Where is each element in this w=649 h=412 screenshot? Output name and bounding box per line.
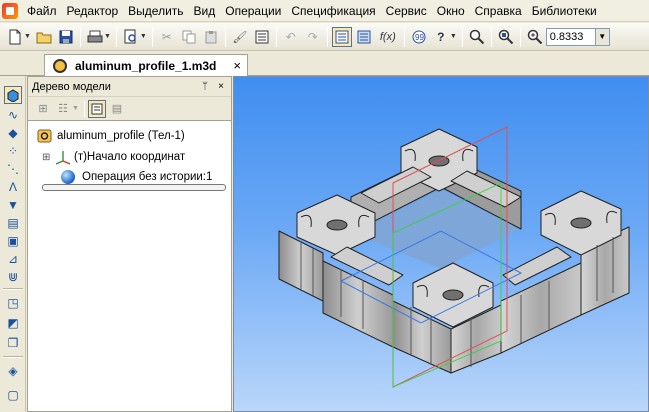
points-icon[interactable]: ⁘	[4, 142, 22, 160]
origin-axes-icon	[55, 151, 71, 165]
toolbar-separator	[151, 26, 153, 47]
svg-text:99: 99	[415, 33, 424, 42]
compact-toolbar: ∿ ◆ ⁘ ⋱ Λ ▼ ▤ ▣ ⊿ ⋓ ◳ ◩ ❐ ◈ ▢	[0, 76, 26, 412]
tree-expand-icon[interactable]: ☷	[54, 100, 72, 118]
sphere-body-icon	[61, 170, 75, 184]
report-icon[interactable]: ▣	[4, 232, 22, 250]
spline-icon[interactable]: ∿	[4, 106, 22, 124]
strip-separator	[3, 288, 23, 290]
tree-panel-toggle-icon[interactable]	[331, 26, 352, 47]
tree-dropdown-icon[interactable]: ▼	[72, 105, 79, 112]
extrude-icon[interactable]: ◳	[4, 294, 22, 312]
undo-icon[interactable]: ↶	[281, 27, 301, 47]
filter-icon[interactable]: ▼	[4, 196, 22, 214]
close-panel-icon[interactable]: ×	[215, 81, 227, 92]
app-icon[interactable]	[2, 2, 18, 19]
toolbar-separator	[490, 26, 492, 47]
document-tab[interactable]: aluminum_profile_1.m3d ×	[44, 54, 248, 76]
component-icon[interactable]: ❐	[4, 334, 22, 352]
curves-icon[interactable]: ⋱	[4, 160, 22, 178]
brush-icon[interactable]: 🖌	[230, 27, 250, 47]
preview-icon[interactable]	[121, 27, 141, 47]
zoom-dropdown-icon[interactable]: ▼	[595, 27, 610, 46]
document-tab-title: aluminum_profile_1.m3d	[75, 58, 217, 73]
model-viewport[interactable]	[233, 76, 649, 412]
print-icon[interactable]	[85, 27, 105, 47]
toolbar-separator	[275, 26, 277, 47]
zoom-level-input[interactable]: 0.8333	[545, 27, 596, 46]
model-document-icon	[53, 58, 67, 73]
expand-icon[interactable]: ⊞	[42, 152, 54, 163]
menu-view[interactable]: Вид	[189, 1, 221, 21]
tree-structure-icon[interactable]: ⊞	[34, 100, 52, 118]
menu-file[interactable]: Файл	[22, 1, 62, 21]
insert-icon[interactable]: ◈	[4, 362, 22, 380]
help-dropdown-icon[interactable]: ▼	[450, 33, 457, 40]
editing-mode-icon[interactable]	[4, 86, 22, 104]
open-folder-icon[interactable]	[34, 27, 54, 47]
paste-icon[interactable]	[201, 27, 221, 47]
menu-libraries[interactable]: Библиотеки	[527, 1, 602, 21]
part-icon	[37, 129, 52, 143]
help-pointer-icon[interactable]: ?	[431, 27, 451, 47]
calculator-icon[interactable]: 99	[409, 27, 429, 47]
print-dropdown-icon[interactable]: ▼	[104, 33, 111, 40]
zoom-in-icon[interactable]	[525, 27, 545, 47]
toolbar-separator	[519, 26, 521, 47]
toolbar-separator	[326, 26, 328, 47]
pin-icon[interactable]: ᛘ	[199, 81, 211, 92]
toolbar-separator	[403, 26, 405, 47]
properties-icon[interactable]	[252, 27, 272, 47]
tree-item-origin[interactable]: ⊞ (т)Начало координат	[42, 148, 185, 166]
magnet-icon[interactable]: ⋓	[4, 268, 22, 286]
strip-separator	[3, 356, 23, 358]
cut-icon[interactable]: ✂	[157, 27, 177, 47]
main-toolbar: ▼ ▼ ▼ ✂ 🖌 ↶ ↷ f(x) 99 ? ▼ 0.8333 ▼	[0, 23, 649, 51]
tree-view-mode-icon[interactable]	[87, 99, 106, 118]
tree-panel-title: Дерево модели	[32, 80, 111, 93]
menu-bar: Файл Редактор Выделить Вид Операции Спец…	[0, 0, 649, 22]
assembly-icon[interactable]: ◩	[4, 314, 22, 332]
redo-icon[interactable]: ↷	[303, 27, 323, 47]
tree-item-part[interactable]: aluminum_profile (Тел-1)	[36, 127, 185, 145]
save-icon[interactable]	[56, 27, 76, 47]
menu-editor[interactable]: Редактор	[62, 1, 124, 21]
zoom-window-icon[interactable]	[467, 27, 487, 47]
zoom-fit-icon[interactable]	[496, 27, 516, 47]
tree-item-label: Операция без истории:1	[82, 171, 213, 183]
variables-fx-icon[interactable]: f(x)	[376, 27, 400, 47]
menu-select[interactable]: Выделить	[123, 1, 188, 21]
measure-icon[interactable]: ⊿	[4, 250, 22, 268]
toolbar-separator	[224, 26, 226, 47]
tree-panel-header: Дерево модели ᛘ ×	[28, 77, 231, 97]
menu-operations[interactable]: Операции	[220, 1, 286, 21]
model-tree-panel: Дерево модели ᛘ × ⊞ ☷ ▼ ▤ aluminum_profi…	[27, 76, 232, 412]
new-dropdown-icon[interactable]: ▼	[24, 33, 31, 40]
toolbar-separator	[79, 26, 81, 47]
toolbar-separator	[115, 26, 117, 47]
copy-icon[interactable]	[179, 27, 199, 47]
tree-item-label: aluminum_profile (Тел-1)	[57, 130, 185, 142]
menu-specification[interactable]: Спецификация	[286, 1, 380, 21]
toolbar-separator	[461, 26, 463, 47]
tree-horizontal-scrollbar[interactable]	[42, 184, 226, 191]
library-icon[interactable]: ▢	[4, 386, 22, 404]
toolbar-separator	[83, 100, 85, 117]
construct-icon[interactable]: Λ	[4, 178, 22, 196]
close-tab-icon[interactable]: ×	[233, 58, 241, 73]
spec-icon[interactable]: ▤	[4, 214, 22, 232]
aluminum-profile-model	[278, 126, 630, 388]
tree-item-label: (т)Начало координат	[74, 151, 186, 163]
tree-toolbar: ⊞ ☷ ▼ ▤	[28, 97, 231, 121]
document-tab-strip: aluminum_profile_1.m3d ×	[0, 52, 649, 76]
tree-properties-icon[interactable]: ▤	[108, 100, 126, 118]
preview-dropdown-icon[interactable]: ▼	[140, 33, 147, 40]
new-document-icon[interactable]	[5, 27, 25, 47]
menu-help[interactable]: Справка	[470, 1, 527, 21]
menu-service[interactable]: Сервис	[381, 1, 432, 21]
menu-window[interactable]: Окно	[432, 1, 470, 21]
tree-list-icon[interactable]	[354, 27, 374, 47]
sketch-icon[interactable]: ◆	[4, 124, 22, 142]
